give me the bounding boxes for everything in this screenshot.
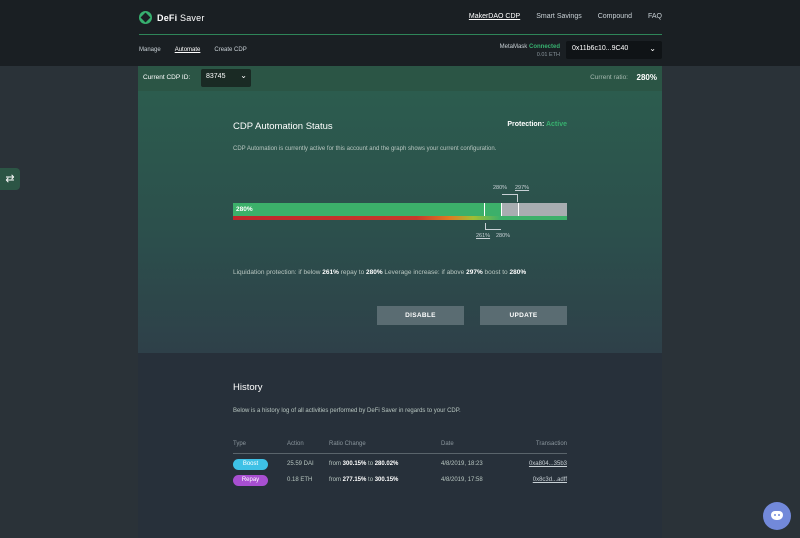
row-date: 4/8/2019, 17:58 bbox=[441, 477, 483, 483]
current-ratio-bar bbox=[233, 203, 501, 216]
divider bbox=[139, 34, 662, 35]
history-panel: History Below is a history log of all ac… bbox=[138, 353, 662, 538]
discord-icon[interactable] bbox=[763, 502, 791, 530]
boost-badge: Boost bbox=[233, 458, 268, 470]
disable-button[interactable]: DISABLE bbox=[377, 306, 464, 325]
account-select[interactable]: 0x11b6c10...9C40 ⌄ bbox=[566, 41, 662, 59]
cdp-id-value: 83745 bbox=[206, 73, 226, 80]
wallet-balance: 0.01 ETH bbox=[536, 52, 560, 58]
account-address: 0x11b6c10...9C40 bbox=[572, 45, 629, 52]
boost-bracket bbox=[502, 194, 518, 202]
wallet-status: MetaMask Connected 0.01 ETH bbox=[480, 43, 560, 59]
cdp-id-label: Current CDP ID: bbox=[143, 74, 191, 81]
chevron-down-icon: ⌄ bbox=[240, 71, 247, 80]
ratio-bar-graph: 280% 297% 280% 261% 280% bbox=[233, 179, 567, 243]
automation-panel: CDP Automation Status Protection: Active… bbox=[138, 91, 662, 353]
connection-status: Connected bbox=[528, 44, 560, 50]
col-transaction: Transaction bbox=[535, 441, 567, 447]
risk-gradient-bar bbox=[233, 216, 567, 220]
current-ratio-label: Current ratio: bbox=[590, 74, 628, 81]
protection-value: Active bbox=[545, 121, 567, 128]
ratio-change: from 277.15% to 300.15% bbox=[329, 477, 399, 483]
app-name: DeFi Saver bbox=[157, 12, 205, 23]
col-ratio-change: Ratio Change bbox=[329, 441, 366, 447]
row-date: 4/8/2019, 18:23 bbox=[441, 461, 483, 467]
boost-target-label: 280% bbox=[493, 185, 508, 191]
table-header: Type Action Ratio Change Date Transactio… bbox=[233, 441, 567, 454]
repay-trigger-label: 261% bbox=[476, 233, 491, 239]
nav-faq[interactable]: FAQ bbox=[648, 13, 662, 20]
repay-bracket bbox=[485, 223, 501, 230]
current-ratio-value: 280% bbox=[636, 73, 657, 82]
table-row: Repay 0.18 ETH from 277.15% to 300.15% 4… bbox=[233, 472, 567, 488]
table-row: Boost 25.59 DAI from 300.15% to 280.02% … bbox=[233, 456, 567, 472]
nav-makerdao-cdp[interactable]: MakerDAO CDP bbox=[469, 13, 520, 20]
swap-arrows-icon[interactable]: ⇄ bbox=[0, 168, 20, 190]
subnav-create-cdp[interactable]: Create CDP bbox=[214, 47, 246, 53]
protection-status: Protection: Active bbox=[507, 121, 567, 128]
sub-nav: Manage Automate Create CDP bbox=[139, 47, 247, 53]
automation-description: CDP Automation is currently active for t… bbox=[233, 146, 497, 152]
transaction-link[interactable]: 0xa804...35b3 bbox=[511, 461, 567, 467]
update-button[interactable]: UPDATE bbox=[480, 306, 567, 325]
nav-smart-savings[interactable]: Smart Savings bbox=[536, 13, 582, 20]
chevron-down-icon: ⌄ bbox=[649, 44, 656, 53]
ratio-change: from 300.15% to 280.02% bbox=[329, 461, 399, 467]
boost-trigger-marker bbox=[518, 203, 519, 216]
automation-summary: Liquidation protection: if below 261% re… bbox=[233, 269, 527, 276]
action-amount: 25.59 DAI bbox=[287, 461, 314, 467]
history-table: Type Action Ratio Change Date Transactio… bbox=[233, 441, 567, 488]
subnav-automate[interactable]: Automate bbox=[175, 47, 201, 53]
col-action: Action bbox=[287, 441, 304, 447]
target-marker bbox=[501, 203, 502, 216]
defi-saver-logo-icon bbox=[139, 11, 152, 24]
top-bar: DeFi Saver MakerDAO CDP Smart Savings Co… bbox=[0, 0, 800, 66]
app-logo[interactable]: DeFi Saver bbox=[139, 11, 205, 24]
col-date: Date bbox=[441, 441, 454, 447]
transaction-link[interactable]: 0x8c3d...adff bbox=[511, 477, 567, 483]
cdp-id-select[interactable]: 83745 ⌄ bbox=[201, 69, 251, 87]
bar-ratio-label: 280% bbox=[236, 206, 253, 213]
action-amount: 0.18 ETH bbox=[287, 477, 313, 483]
top-nav: MakerDAO CDP Smart Savings Compound FAQ bbox=[469, 13, 662, 20]
repay-trigger-marker bbox=[484, 203, 485, 216]
ratio-bar-remaining bbox=[501, 203, 567, 216]
cdp-header: Current CDP ID: 83745 ⌄ Current ratio: 2… bbox=[138, 66, 662, 91]
repay-badge: Repay bbox=[233, 474, 268, 486]
automation-title: CDP Automation Status bbox=[233, 121, 333, 132]
nav-compound[interactable]: Compound bbox=[598, 13, 632, 20]
history-description: Below is a history log of all activities… bbox=[233, 408, 461, 414]
subnav-manage[interactable]: Manage bbox=[139, 47, 161, 53]
col-type: Type bbox=[233, 441, 247, 447]
history-title: History bbox=[233, 382, 263, 393]
wallet-provider: MetaMask bbox=[499, 44, 528, 50]
boost-trigger-label: 297% bbox=[515, 185, 530, 191]
repay-target-label: 280% bbox=[496, 233, 511, 239]
